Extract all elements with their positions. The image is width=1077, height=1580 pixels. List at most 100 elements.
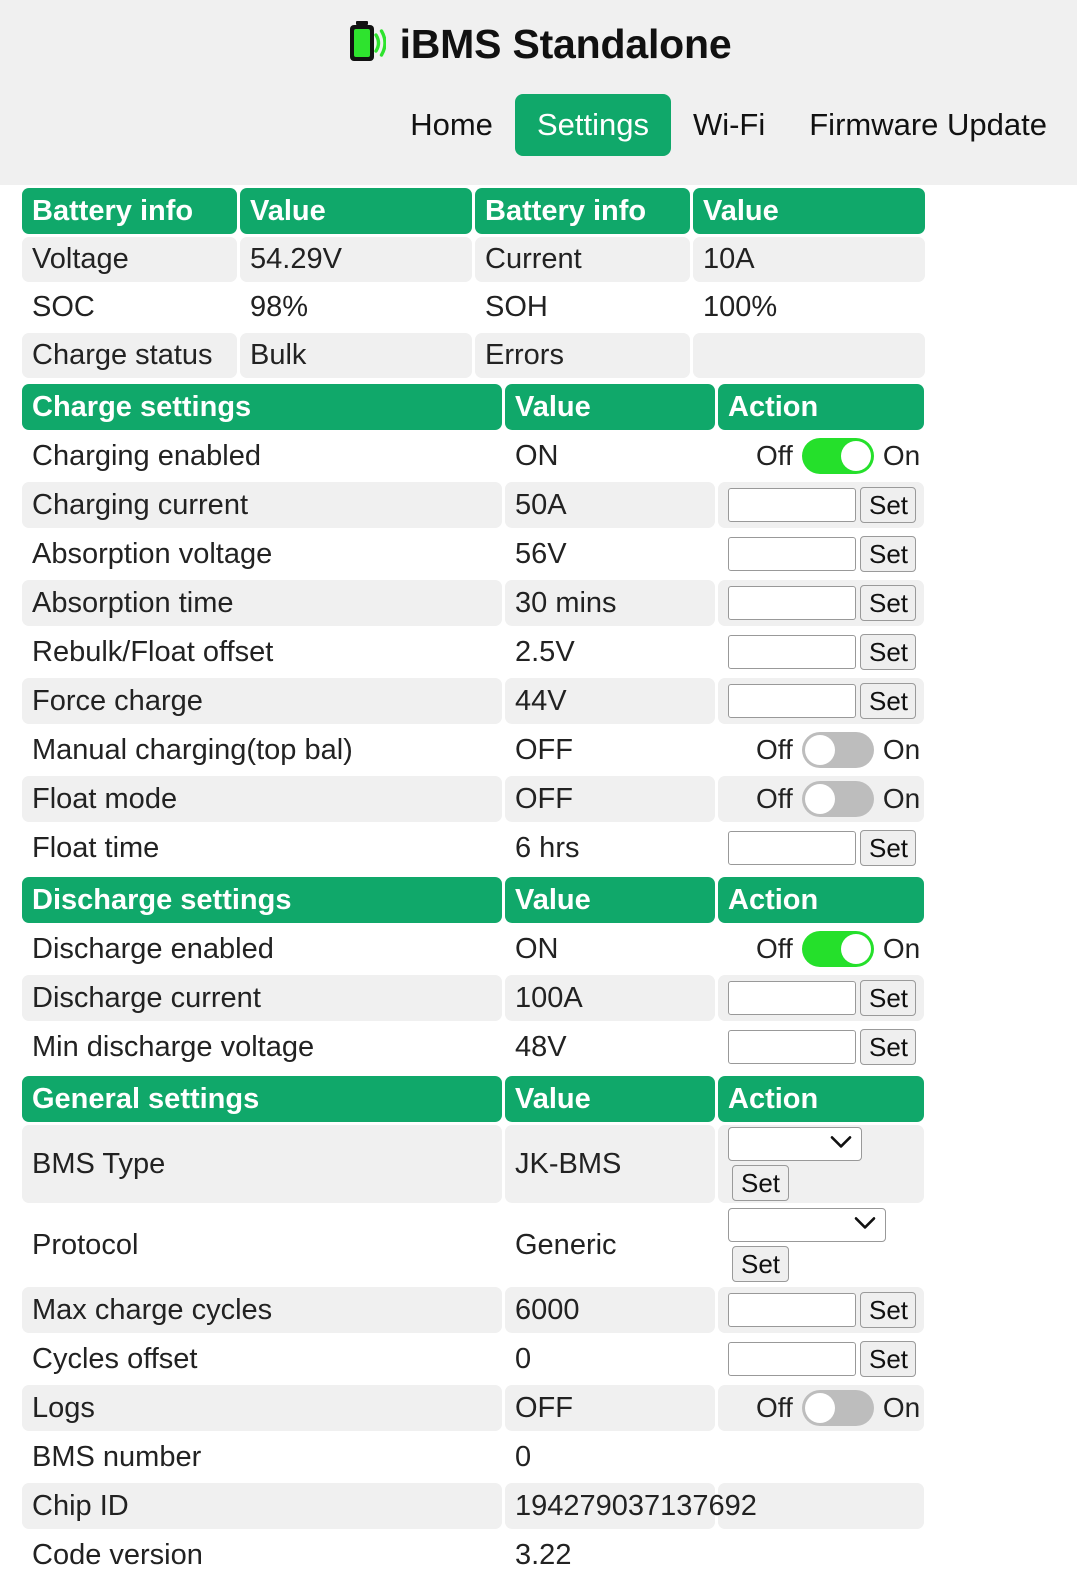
row-label-logs: Logs [22, 1385, 502, 1431]
col-header-discharge-settings: Discharge settings [22, 877, 502, 923]
rebulk-float-offset-input[interactable] [728, 635, 856, 669]
nav-item-settings[interactable]: Settings [514, 94, 671, 157]
row-action-force-charge: Set [718, 678, 924, 724]
row-value-max-charge-cycles: 6000 [505, 1287, 715, 1333]
row-value-charging-enabled: ON [505, 433, 715, 479]
table-row: Float mode OFF Off On [22, 776, 924, 822]
input-group: Set [728, 536, 916, 572]
manual-charging-toggle[interactable] [801, 732, 874, 768]
nav-item-home[interactable]: Home [388, 94, 515, 156]
toggle-group: Off On [728, 931, 920, 967]
table-row: BMS Type JK-BMS Set [22, 1125, 924, 1203]
row-label-current: Current [475, 237, 690, 282]
input-group: Set [728, 634, 916, 670]
nav-item-firmware-update[interactable]: Firmware Update [787, 94, 1069, 156]
table-row: Absorption time 30 mins Set [22, 580, 924, 626]
row-label-errors: Errors [475, 333, 690, 378]
table-header-row: Charge settings Value Action [22, 384, 924, 430]
main-nav: Home Settings Wi-Fi Firmware Update [388, 94, 1069, 157]
float-mode-toggle[interactable] [801, 781, 874, 817]
set-button[interactable]: Set [860, 487, 916, 523]
table-row: Charging enabled ON Off On [22, 433, 924, 479]
set-button[interactable]: Set [860, 536, 916, 572]
row-label-float-time: Float time [22, 825, 502, 871]
table-row: Float time 6 hrs Set [22, 825, 924, 871]
brand: iBMS Standalone [0, 0, 1077, 66]
table-row: Discharge enabled ON Off On [22, 926, 924, 972]
min-discharge-voltage-input[interactable] [728, 1030, 856, 1064]
col-header-value-2: Value [693, 188, 925, 234]
row-label-charging-enabled: Charging enabled [22, 433, 502, 479]
set-button[interactable]: Set [860, 980, 916, 1016]
toggle-group: Off On [728, 438, 920, 474]
col-header-charge-settings: Charge settings [22, 384, 502, 430]
row-value-charging-current: 50A [505, 482, 715, 528]
input-group: Set [728, 980, 916, 1016]
logs-toggle[interactable] [801, 1390, 874, 1426]
charging-enabled-toggle[interactable] [801, 438, 874, 474]
discharge-settings-table: Discharge settings Value Action Discharg… [19, 874, 927, 1073]
row-action-rebulk-float-offset: Set [718, 629, 924, 675]
set-button[interactable]: Set [860, 1292, 916, 1328]
row-label-bms-type: BMS Type [22, 1125, 502, 1203]
force-charge-input[interactable] [728, 684, 856, 718]
row-value-force-charge: 44V [505, 678, 715, 724]
table-row: Chip ID 194279037137692 [22, 1483, 924, 1529]
row-label-charging-current: Charging current [22, 482, 502, 528]
row-label-cycles-offset: Cycles offset [22, 1336, 502, 1382]
input-group: Set [728, 683, 916, 719]
row-value-voltage: 54.29V [240, 237, 472, 282]
table-header-row: Battery info Value Battery info Value [22, 188, 925, 234]
general-settings-table: General settings Value Action BMS Type J… [19, 1073, 927, 1580]
row-value-discharge-enabled: ON [505, 926, 715, 972]
max-charge-cycles-input[interactable] [728, 1293, 856, 1327]
absorption-voltage-input[interactable] [728, 537, 856, 571]
set-button[interactable]: Set [860, 830, 916, 866]
input-group: Set [728, 1341, 916, 1377]
absorption-time-input[interactable] [728, 586, 856, 620]
bms-type-select[interactable] [728, 1127, 862, 1161]
row-label-max-charge-cycles: Max charge cycles [22, 1287, 502, 1333]
charge-settings-table: Charge settings Value Action Charging en… [19, 381, 927, 874]
row-action-absorption-voltage: Set [718, 531, 924, 577]
table-row: Absorption voltage 56V Set [22, 531, 924, 577]
float-time-input[interactable] [728, 831, 856, 865]
table-header-row: Discharge settings Value Action [22, 877, 924, 923]
set-button[interactable]: Set [732, 1165, 790, 1201]
table-row: Min discharge voltage 48V Set [22, 1024, 924, 1070]
set-button[interactable]: Set [860, 634, 916, 670]
table-row: Charging current 50A Set [22, 482, 924, 528]
cycles-offset-input[interactable] [728, 1342, 856, 1376]
set-button[interactable]: Set [860, 1029, 916, 1065]
input-group: Set [728, 1292, 916, 1328]
nav-item-wifi[interactable]: Wi-Fi [671, 94, 787, 156]
row-action-charging-enabled: Off On [718, 433, 924, 479]
charging-current-input[interactable] [728, 488, 856, 522]
set-button[interactable]: Set [860, 683, 916, 719]
row-value-float-mode: OFF [505, 776, 715, 822]
set-button[interactable]: Set [860, 1341, 916, 1377]
toggle-on-label: On [882, 734, 921, 765]
row-action-discharge-enabled: Off On [718, 926, 924, 972]
table-row: Discharge current 100A Set [22, 975, 924, 1021]
row-value-protocol: Generic [505, 1206, 715, 1284]
table-row: Cycles offset 0 Set [22, 1336, 924, 1382]
battery-signal-icon [346, 18, 387, 71]
set-button[interactable]: Set [860, 585, 916, 621]
table-row: Voltage 54.29V Current 10A [22, 237, 925, 282]
col-header-value-1: Value [240, 188, 472, 234]
row-action-absorption-time: Set [718, 580, 924, 626]
discharge-enabled-toggle[interactable] [801, 931, 874, 967]
row-value-discharge-current: 100A [505, 975, 715, 1021]
row-value-rebulk-float-offset: 2.5V [505, 629, 715, 675]
col-header-battery-info-1: Battery info [22, 188, 237, 234]
row-label-force-charge: Force charge [22, 678, 502, 724]
row-value-manual-charging: OFF [505, 727, 715, 773]
set-button[interactable]: Set [732, 1246, 790, 1282]
row-value-bms-type: JK-BMS [505, 1125, 715, 1203]
row-action-protocol: Set [718, 1206, 924, 1284]
discharge-current-input[interactable] [728, 981, 856, 1015]
table-row: Max charge cycles 6000 Set [22, 1287, 924, 1333]
col-header-value: Value [505, 384, 715, 430]
protocol-select[interactable] [728, 1208, 886, 1242]
